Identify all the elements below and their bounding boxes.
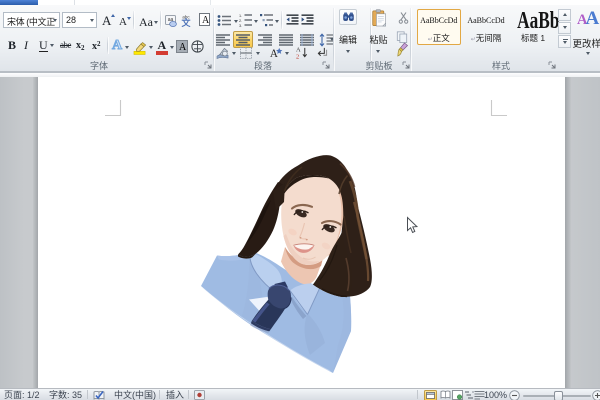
svg-text:1.: 1. [239, 14, 242, 18]
svg-text:2: 2 [296, 54, 299, 60]
svg-text:2.: 2. [239, 19, 242, 23]
svg-text:3.: 3. [239, 24, 242, 27]
svg-text:A: A [270, 48, 278, 59]
svg-text:A: A [296, 47, 301, 54]
svg-text:文: 文 [180, 17, 191, 27]
